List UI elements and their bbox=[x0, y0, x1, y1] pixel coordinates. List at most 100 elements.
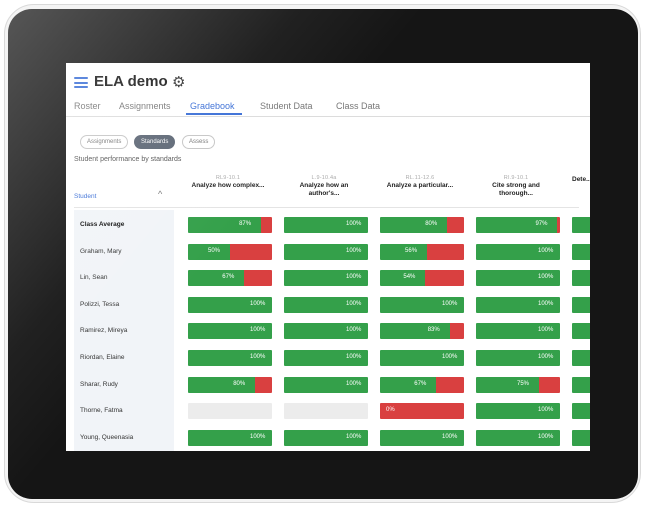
score-bar[interactable] bbox=[572, 429, 590, 446]
standard-header[interactable]: RI.9-10.1 Cite strong and thorough... bbox=[476, 175, 556, 198]
score-bar-pass bbox=[188, 270, 245, 287]
score-percent: 100% bbox=[250, 300, 266, 307]
student-name[interactable]: Polizzi, Tessa bbox=[80, 301, 119, 308]
score-bar-empty bbox=[284, 403, 368, 420]
score-percent: 50% bbox=[208, 247, 221, 254]
table-row: Young, Queenasia 100% 100% 100% 100% bbox=[66, 425, 590, 451]
score-bar[interactable]: 100% bbox=[476, 270, 560, 287]
score-bar[interactable]: 100% bbox=[284, 217, 368, 233]
table-row: Lin, Sean 67% 100% 54% 100% bbox=[66, 265, 590, 291]
score-bar[interactable]: 80% bbox=[380, 217, 464, 233]
score-bar[interactable]: 100% bbox=[476, 403, 560, 420]
standard-code: RL.11-12.6 bbox=[405, 175, 435, 181]
student-name[interactable]: Riordan, Elaine bbox=[80, 354, 124, 361]
score-bar[interactable]: 100% bbox=[380, 429, 464, 446]
score-bar[interactable]: 100% bbox=[476, 350, 560, 366]
score-bar-fail bbox=[436, 376, 464, 393]
student-name[interactable]: Young, Queenasia bbox=[80, 434, 133, 441]
score-bar-empty bbox=[188, 403, 272, 420]
score-bar-pass bbox=[380, 376, 437, 393]
score-bar[interactable]: 67% bbox=[380, 376, 464, 393]
score-percent: 67% bbox=[414, 380, 427, 387]
score-bar[interactable]: 100% bbox=[380, 296, 464, 313]
score-bar[interactable]: 100% bbox=[284, 376, 368, 393]
gear-icon[interactable]: ⚙ bbox=[172, 75, 185, 91]
tab-roster[interactable]: Roster bbox=[74, 101, 101, 111]
score-bar-pass bbox=[572, 217, 590, 233]
score-bar[interactable]: 100% bbox=[284, 270, 368, 287]
standard-header[interactable]: RL9-10.1 Analyze how complex... bbox=[188, 175, 268, 190]
student-name[interactable]: Thorne, Fatma bbox=[80, 407, 123, 414]
student-name[interactable]: Graham, Mary bbox=[80, 248, 122, 255]
score-bar[interactable]: 56% bbox=[380, 243, 464, 260]
score-bar-pass bbox=[572, 270, 590, 287]
score-bar[interactable]: 75% bbox=[476, 376, 560, 393]
score-bar-fail bbox=[449, 323, 464, 340]
score-bar-pass bbox=[380, 243, 428, 260]
score-bar[interactable] bbox=[572, 296, 590, 313]
standard-title: Dete... bbox=[572, 176, 590, 183]
score-bar[interactable]: 100% bbox=[284, 243, 368, 260]
pill-assess[interactable]: Assess bbox=[182, 135, 216, 149]
score-bar[interactable]: 100% bbox=[188, 350, 272, 366]
score-bar[interactable]: 83% bbox=[380, 323, 464, 340]
score-percent: 100% bbox=[538, 327, 554, 334]
score-bar[interactable] bbox=[572, 350, 590, 366]
score-bar[interactable]: 80% bbox=[188, 376, 272, 393]
score-percent: 80% bbox=[425, 221, 438, 227]
score-percent: 100% bbox=[346, 380, 362, 387]
score-bar[interactable]: 100% bbox=[284, 323, 368, 340]
student-name[interactable]: Class Average bbox=[80, 221, 124, 228]
pill-assignments[interactable]: Assignments bbox=[80, 135, 129, 149]
score-bar[interactable]: 0% bbox=[380, 403, 464, 420]
score-bar[interactable]: 100% bbox=[284, 350, 368, 366]
score-bar[interactable] bbox=[572, 403, 590, 420]
score-percent: 100% bbox=[346, 433, 362, 440]
score-bar[interactable] bbox=[572, 243, 590, 260]
score-bar[interactable]: 100% bbox=[476, 323, 560, 340]
score-bar[interactable]: 97% bbox=[476, 217, 560, 233]
menu-icon[interactable] bbox=[74, 77, 88, 88]
table-row: Graham, Mary 50% 100% 56% 100% bbox=[66, 239, 590, 265]
sort-ascending-icon[interactable]: ^ bbox=[158, 189, 162, 199]
score-bar[interactable]: 100% bbox=[284, 296, 368, 313]
tab-assignments[interactable]: Assignments bbox=[119, 101, 171, 111]
header-divider bbox=[74, 207, 579, 208]
score-bar-pass bbox=[572, 243, 590, 260]
score-bar[interactable] bbox=[572, 323, 590, 340]
score-bar[interactable]: 100% bbox=[188, 296, 272, 313]
score-percent: 100% bbox=[538, 247, 554, 254]
standard-header[interactable]: RL.11-12.6 Analyze a particular... bbox=[380, 175, 460, 190]
score-bar[interactable]: 54% bbox=[380, 270, 464, 287]
student-name[interactable]: Ramirez, Mireya bbox=[80, 327, 127, 334]
pill-standards[interactable]: Standards bbox=[134, 135, 176, 149]
score-bar[interactable]: 100% bbox=[476, 243, 560, 260]
student-column-header[interactable]: Student bbox=[74, 193, 96, 200]
score-bar[interactable] bbox=[572, 217, 590, 233]
score-bar[interactable]: 100% bbox=[476, 296, 560, 313]
standard-header[interactable]: Dete... bbox=[572, 175, 590, 184]
score-bar[interactable] bbox=[188, 403, 272, 420]
standard-header[interactable]: L.9-10.4a Analyze how an author's... bbox=[284, 175, 364, 198]
score-bar[interactable]: 100% bbox=[188, 323, 272, 340]
score-bar[interactable] bbox=[284, 403, 368, 420]
score-bar[interactable]: 100% bbox=[380, 350, 464, 366]
app-header: ELA demo ⚙ bbox=[66, 63, 590, 97]
score-bar[interactable]: 67% bbox=[188, 270, 272, 287]
score-percent: 100% bbox=[250, 354, 266, 360]
score-percent: 100% bbox=[538, 300, 554, 307]
student-name[interactable]: Sharar, Rudy bbox=[80, 381, 118, 388]
tab-gradebook[interactable]: Gradebook bbox=[190, 101, 235, 111]
score-bar[interactable]: 100% bbox=[476, 429, 560, 446]
score-bar[interactable]: 100% bbox=[188, 429, 272, 446]
score-bar[interactable]: 50% bbox=[188, 243, 272, 260]
tab-student-data[interactable]: Student Data bbox=[260, 101, 313, 111]
score-percent: 87% bbox=[239, 221, 252, 227]
table-row: Thorne, Fatma 0% 100% bbox=[66, 398, 590, 424]
score-bar[interactable] bbox=[572, 270, 590, 287]
tab-class-data[interactable]: Class Data bbox=[336, 101, 380, 111]
score-bar[interactable]: 87% bbox=[188, 217, 272, 233]
score-bar[interactable] bbox=[572, 376, 590, 393]
score-bar[interactable]: 100% bbox=[284, 429, 368, 446]
student-name[interactable]: Lin, Sean bbox=[80, 274, 107, 281]
